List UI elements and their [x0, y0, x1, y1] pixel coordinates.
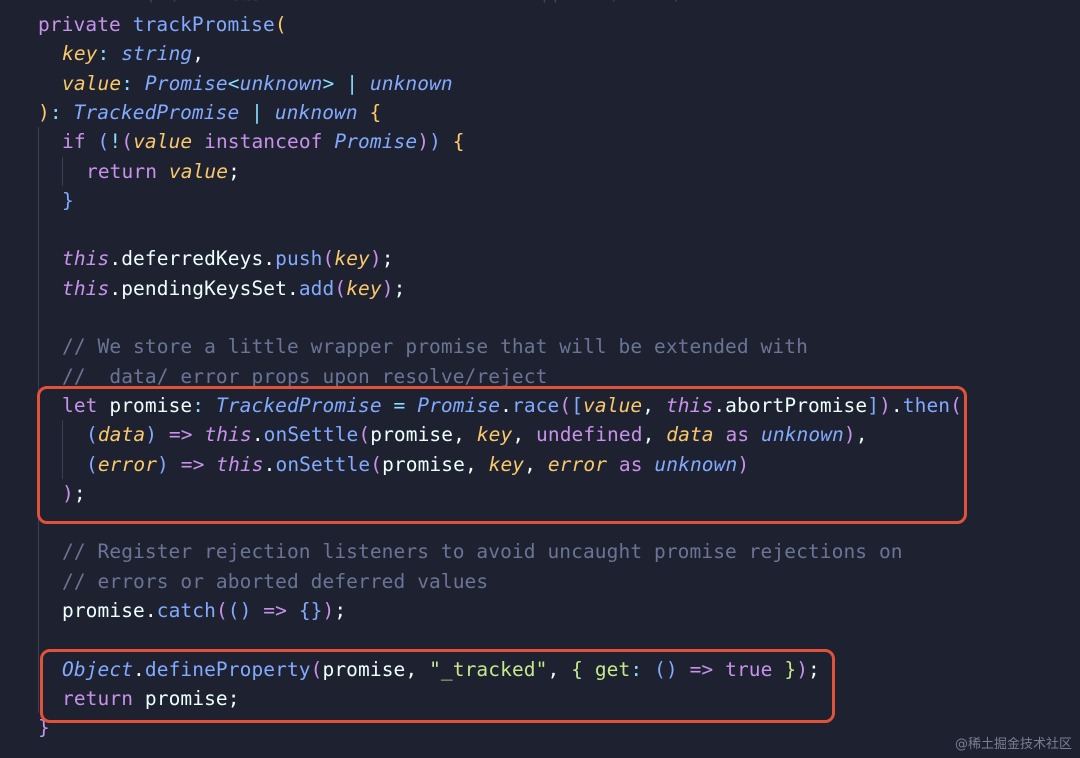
- code-token: :: [121, 71, 145, 95]
- code-line[interactable]: // Register rejection listeners to avoid…: [62, 537, 903, 566]
- code-token: promise.: [62, 599, 157, 622]
- code-line[interactable]: // errors or aborted deferred values: [62, 567, 488, 596]
- code-token: string: [121, 42, 193, 66]
- code-token: .pendingKeysSet.: [109, 276, 299, 300]
- code-token: instanceof: [192, 130, 335, 154]
- code-token: (: [334, 276, 347, 300]
- code-token: ;: [381, 247, 394, 271]
- code-line[interactable]: promise.catch(() => {});: [62, 596, 346, 625]
- code-token: (: [97, 130, 110, 154]
- code-token: |: [239, 100, 275, 124]
- highlight-box: [37, 385, 967, 525]
- code-token: ;: [393, 276, 406, 300]
- code-editor[interactable]: Auto Graph, 11:月前 · feat: Add deferred s…: [0, 0, 1080, 758]
- code-token: trackPromise: [132, 13, 275, 36]
- code-token: ;: [228, 159, 240, 183]
- code-token: :: [49, 100, 74, 124]
- code-token: ): [417, 130, 430, 154]
- code-token: push: [275, 247, 323, 271]
- code-token: ): [369, 247, 382, 271]
- code-token: value: [133, 130, 193, 154]
- code-token: ): [322, 599, 335, 622]
- code-token: private: [38, 13, 133, 36]
- code-token: Promise: [144, 71, 228, 95]
- code-token: Promise: [334, 130, 418, 154]
- code-line[interactable]: key: string,: [62, 39, 204, 68]
- code-token: add: [298, 276, 335, 300]
- code-token: key: [346, 276, 382, 300]
- code-token: if: [62, 130, 98, 154]
- code-line[interactable]: this.pendingKeysSet.add(key);: [62, 274, 405, 303]
- code-line[interactable]: this.deferredKeys.push(key);: [62, 244, 394, 273]
- code-token: <: [227, 71, 240, 95]
- code-token: catch: [156, 599, 216, 622]
- code-line[interactable]: }: [62, 186, 74, 215]
- code-token: (: [121, 130, 134, 154]
- code-line[interactable]: if (!(value instanceof Promise)) {: [62, 127, 465, 156]
- code-token: (): [227, 599, 252, 622]
- indent-guide: [62, 156, 63, 186]
- code-token: unknown: [369, 71, 453, 95]
- code-token: TrackedPromise: [73, 100, 240, 124]
- code-token: (: [215, 599, 228, 622]
- code-token: {: [357, 100, 382, 124]
- code-token: }: [62, 188, 74, 212]
- code-line[interactable]: // We store a little wrapper promise tha…: [62, 332, 808, 361]
- code-token: .deferredKeys.: [109, 247, 276, 271]
- highlight-box: [40, 648, 835, 724]
- git-blame-ghost-text: Auto Graph, 11:月前 · feat: Add deferred s…: [40, 0, 705, 8]
- code-token: > |: [322, 71, 370, 95]
- code-token: // We store a little wrapper promise tha…: [62, 335, 808, 359]
- code-token: // errors or aborted deferred values: [62, 569, 489, 593]
- watermark: @稀土掘金技术社区: [954, 737, 1072, 752]
- code-token: // _data/_error props upon resolve/rejec…: [62, 364, 548, 388]
- code-token: =>: [251, 599, 299, 622]
- code-token: ): [429, 130, 441, 154]
- code-line[interactable]: ): TrackedPromise | unknown {: [38, 98, 381, 127]
- code-token: key: [334, 247, 370, 271]
- code-line[interactable]: value: Promise<unknown> | unknown: [62, 69, 453, 98]
- code-token: unknown: [239, 71, 323, 95]
- code-token: this: [62, 276, 110, 300]
- code-token: ,: [192, 42, 205, 66]
- code-token: ): [381, 276, 394, 300]
- code-token: // Register rejection listeners to avoid…: [62, 540, 903, 564]
- code-token: {: [440, 130, 465, 154]
- code-token: this: [62, 247, 110, 271]
- code-token: :: [97, 42, 122, 66]
- code-token: key: [62, 42, 98, 66]
- code-token: unknown: [274, 100, 358, 124]
- code-token: (: [274, 13, 287, 36]
- code-token: (: [322, 247, 335, 271]
- code-token: value: [168, 159, 229, 183]
- code-line[interactable]: private trackPromise(: [38, 10, 287, 39]
- code-token: return: [86, 159, 169, 183]
- code-token: value: [62, 71, 122, 95]
- code-token: {}: [298, 599, 323, 622]
- code-token: ): [38, 100, 50, 124]
- code-token: !: [109, 130, 122, 154]
- code-line[interactable]: return value;: [86, 157, 240, 186]
- code-token: ;: [334, 599, 347, 622]
